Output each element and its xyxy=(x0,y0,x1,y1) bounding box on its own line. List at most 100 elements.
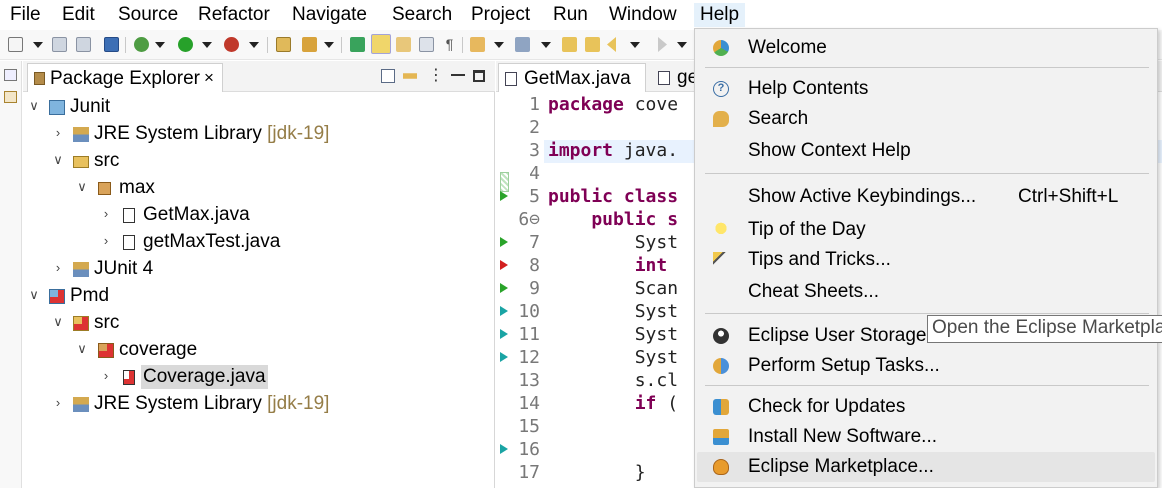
menu-item-check-for-updates[interactable]: Check for Updates xyxy=(697,392,1155,422)
tree-item-jre-library[interactable]: › JRE System Library [jdk-19] xyxy=(23,121,495,148)
menu-item-cheat-sheets[interactable]: Cheat Sheets... xyxy=(697,277,1155,307)
view-menu-icon[interactable]: ⋮ xyxy=(428,68,444,84)
back-dropdown-icon[interactable] xyxy=(630,42,640,48)
chevron-right-icon[interactable]: › xyxy=(99,368,113,383)
menu-item-eclipse-marketplace[interactable]: Eclipse Marketplace... xyxy=(697,452,1155,482)
chevron-right-icon[interactable]: › xyxy=(99,233,113,248)
outline-icon[interactable] xyxy=(4,91,17,103)
line-number: 13 xyxy=(518,370,540,391)
tree-item-junit-project[interactable]: ∨ Junit xyxy=(23,94,495,121)
package-icon xyxy=(98,343,114,358)
tree-item-package-max[interactable]: ∨ max xyxy=(23,175,495,202)
tree-item-package-coverage[interactable]: ∨ coverage xyxy=(23,337,495,364)
tree-item-pmd-src-folder[interactable]: ∨ src xyxy=(23,310,495,337)
line-number: 9 xyxy=(496,278,540,301)
minimize-icon[interactable] xyxy=(451,69,465,76)
collapse-all-icon[interactable] xyxy=(381,69,395,83)
menu-help[interactable]: Help xyxy=(694,3,746,27)
chevron-right-icon[interactable]: › xyxy=(51,395,65,410)
coverage-dropdown-icon[interactable] xyxy=(249,42,259,48)
tree-item-junit4-library[interactable]: › JUnit 4 xyxy=(23,256,495,283)
next-annotation-icon[interactable] xyxy=(470,37,485,52)
tab-package-explorer[interactable]: Package Explorer × xyxy=(27,63,223,92)
chevron-down-icon[interactable]: ∨ xyxy=(75,179,89,195)
debug-dropdown-icon[interactable] xyxy=(155,42,165,48)
menu-bar: File Edit Source Refactor Navigate Searc… xyxy=(0,0,1162,30)
chevron-down-icon[interactable]: ∨ xyxy=(27,98,41,114)
search-toolbar-icon[interactable] xyxy=(350,37,365,52)
new-dropdown-icon[interactable] xyxy=(33,42,43,48)
line-number: 10 xyxy=(496,301,540,324)
forward-dropdown-icon[interactable] xyxy=(677,42,687,48)
save-all-icon[interactable] xyxy=(76,37,91,52)
wand-dropdown-icon[interactable] xyxy=(324,42,334,48)
code-line: int xyxy=(548,255,668,276)
block-icon[interactable] xyxy=(419,37,434,52)
forward-icon[interactable] xyxy=(658,37,667,52)
run-icon[interactable] xyxy=(178,37,193,52)
menu-navigate[interactable]: Navigate xyxy=(286,3,373,27)
menu-item-help-contents[interactable]: ? Help Contents xyxy=(697,74,1155,104)
menu-search[interactable]: Search xyxy=(386,3,458,27)
menu-refactor[interactable]: Refactor xyxy=(192,3,276,27)
run-dropdown-icon[interactable] xyxy=(202,42,212,48)
open-type-icon[interactable] xyxy=(276,37,291,52)
coverage-icon[interactable] xyxy=(224,37,239,52)
chevron-right-icon[interactable]: › xyxy=(51,125,65,140)
menu-item-welcome[interactable]: Welcome xyxy=(697,33,1155,63)
menu-item-perform-setup-tasks[interactable]: Perform Setup Tasks... xyxy=(697,351,1155,381)
new-icon[interactable] xyxy=(8,37,23,52)
library-icon xyxy=(73,397,89,412)
line-number: 7 xyxy=(496,232,540,255)
java-file-icon xyxy=(123,235,135,250)
chevron-down-icon[interactable]: ∨ xyxy=(51,314,65,330)
chevron-right-icon[interactable]: › xyxy=(99,206,113,221)
chevron-down-icon[interactable]: ∨ xyxy=(75,341,89,357)
highlight-icon[interactable] xyxy=(371,34,391,54)
debug-icon[interactable] xyxy=(134,37,149,52)
menu-run[interactable]: Run xyxy=(547,3,594,27)
menu-file[interactable]: File xyxy=(4,3,47,27)
back-icon[interactable] xyxy=(607,37,616,52)
next-annotation-dropdown-icon[interactable] xyxy=(494,42,504,48)
tree-item-getmax-java[interactable]: › GetMax.java xyxy=(23,202,495,229)
java-file-icon xyxy=(123,370,135,385)
tree-item-getmaxtest-java[interactable]: › getMaxTest.java xyxy=(23,229,495,256)
line-number: 2 xyxy=(529,117,540,138)
tab-getmax-java[interactable]: GetMax.java xyxy=(498,63,646,92)
menu-item-tips-and-tricks[interactable]: Tips and Tricks... xyxy=(697,245,1155,275)
menu-project[interactable]: Project xyxy=(465,3,536,27)
tree-item-pmd-project[interactable]: ∨ Pmd xyxy=(23,283,495,310)
menu-window[interactable]: Window xyxy=(603,3,683,27)
link-with-editor-icon[interactable] xyxy=(403,73,417,79)
annotation-icon[interactable] xyxy=(396,37,411,52)
chevron-down-icon[interactable]: ∨ xyxy=(27,287,41,303)
wand-icon[interactable] xyxy=(302,37,317,52)
menu-item-show-active-keybindings[interactable]: Show Active Keybindings... Ctrl+Shift+L xyxy=(697,182,1155,212)
menu-source[interactable]: Source xyxy=(112,3,184,27)
prev-annotation-dropdown-icon[interactable] xyxy=(541,42,551,48)
chevron-right-icon[interactable]: › xyxy=(51,260,65,275)
prev-annotation-icon[interactable] xyxy=(515,37,530,52)
coverage-marker-icon xyxy=(500,352,508,362)
menu-item-show-context-help[interactable]: Show Context Help xyxy=(697,136,1155,166)
tree-item-pmd-jre-library[interactable]: › JRE System Library [jdk-19] xyxy=(23,391,495,418)
close-icon[interactable]: × xyxy=(204,68,214,88)
library-icon xyxy=(73,262,89,277)
line-number: 3 xyxy=(529,140,540,161)
chevron-down-icon[interactable]: ∨ xyxy=(51,152,65,168)
terminal-icon[interactable] xyxy=(104,37,119,52)
menu-item-search[interactable]: Search xyxy=(697,104,1155,134)
tree-item-coverage-java[interactable]: › Coverage.java xyxy=(23,364,495,391)
tree-item-src-folder[interactable]: ∨ src xyxy=(23,148,495,175)
save-icon[interactable] xyxy=(52,37,67,52)
menu-item-install-new-software[interactable]: Install New Software... xyxy=(697,422,1155,452)
pilcrow-icon[interactable]: ¶ xyxy=(442,37,457,52)
help-contents-icon: ? xyxy=(713,81,729,97)
restore-icon[interactable] xyxy=(4,69,17,81)
forward-edit-icon[interactable] xyxy=(585,37,600,52)
last-edit-icon[interactable] xyxy=(562,37,577,52)
menu-item-tip-of-the-day[interactable]: Tip of the Day xyxy=(697,215,1155,245)
maximize-icon[interactable] xyxy=(473,70,485,82)
menu-edit[interactable]: Edit xyxy=(56,3,101,27)
